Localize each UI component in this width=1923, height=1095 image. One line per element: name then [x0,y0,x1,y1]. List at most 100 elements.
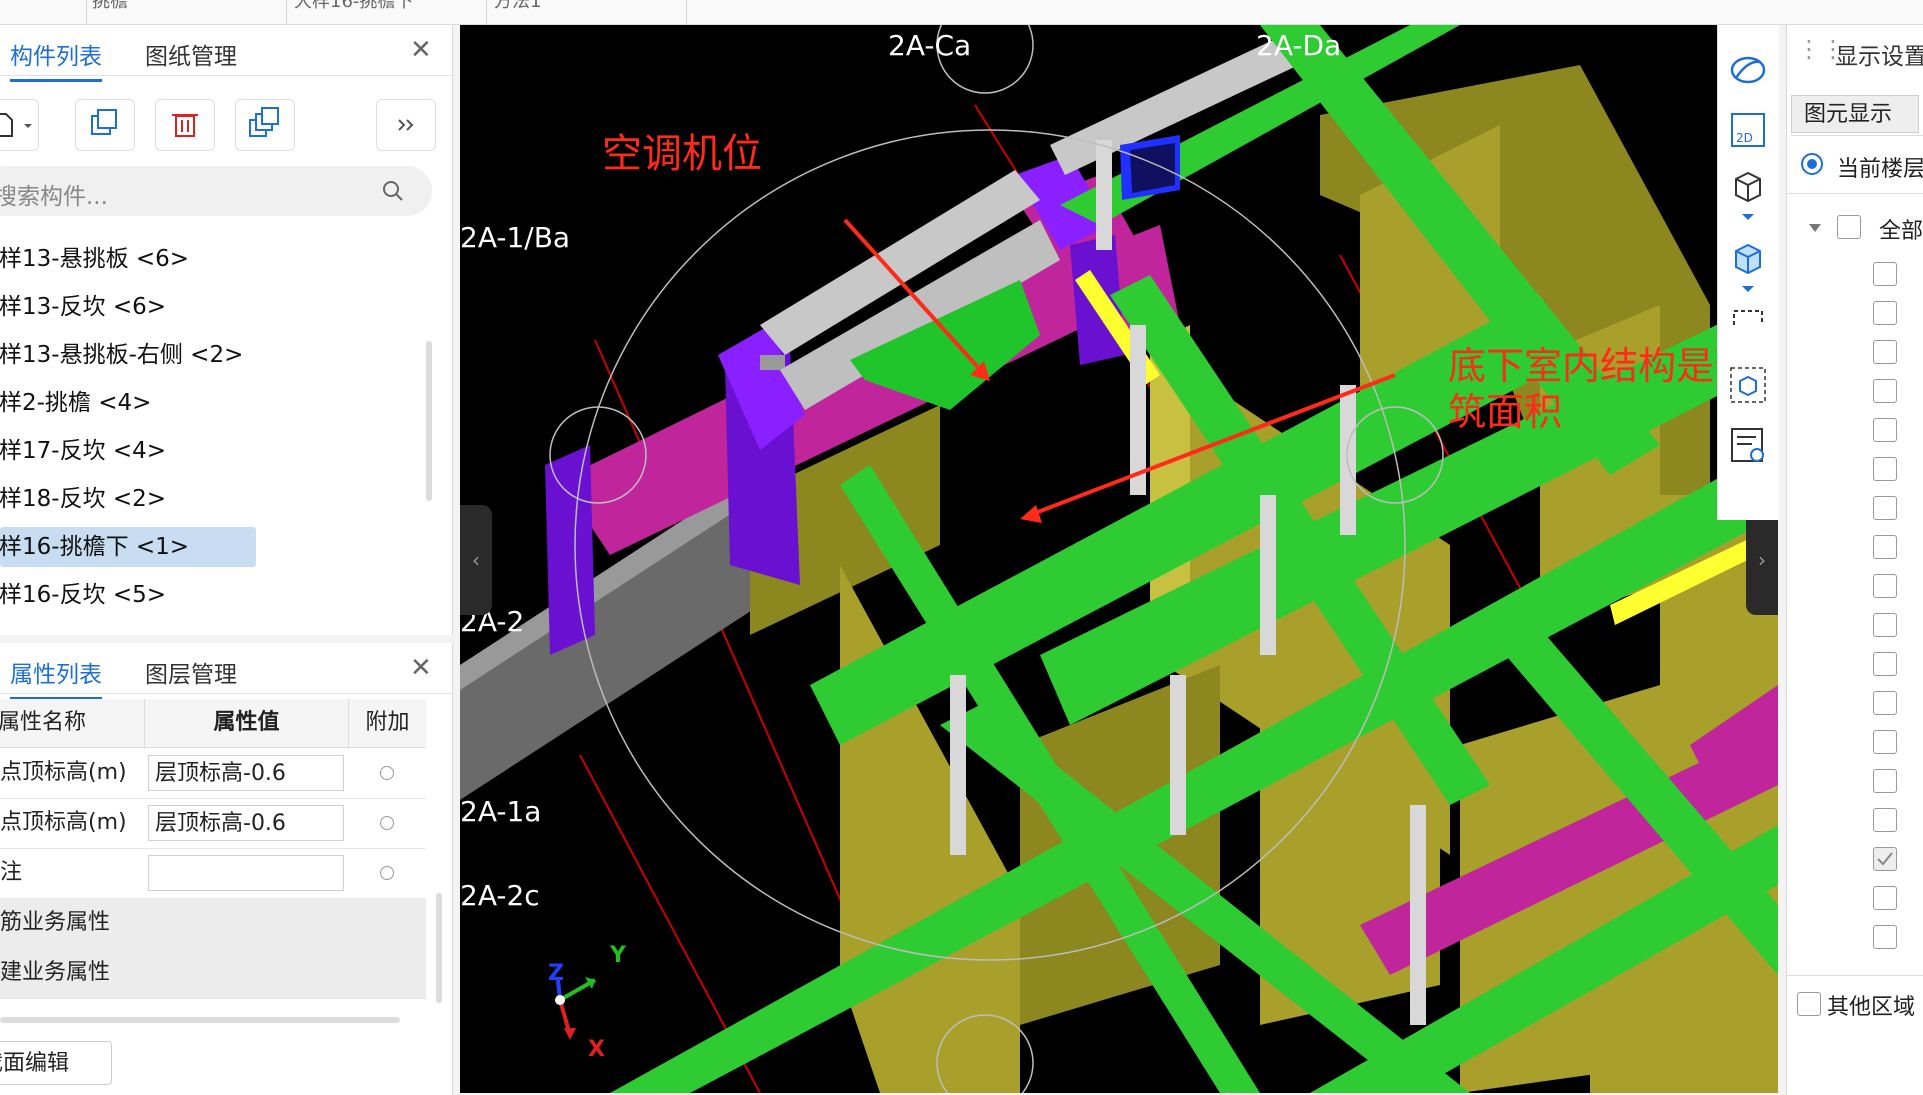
more-button[interactable] [376,99,436,151]
display-settings-panel: ⋮⋮ 显示设置 图元显示 当前楼层 全部 其他区域 [1786,25,1923,1095]
property-scrollbar[interactable] [436,893,442,1003]
other-area-checkbox[interactable] [1797,992,1821,1016]
section-edit-button[interactable]: 截面编辑 [0,1041,112,1085]
layer-checkbox[interactable] [1873,808,1897,832]
view-toolstrip: 2D [1717,25,1779,520]
select-all-label: 全部 [1879,219,1923,244]
property-row: 备注 [0,848,426,899]
layer-checkbox[interactable] [1873,574,1897,598]
top-tab-3[interactable]: 方法1 [486,0,687,24]
layer-checkbox[interactable] [1873,379,1897,403]
layer-checkbox[interactable] [1873,652,1897,676]
axis-y-label: Y [610,943,626,968]
component-view-icon[interactable] [1728,365,1768,405]
layer-checkbox[interactable] [1873,418,1897,442]
layer-checkbox[interactable] [1873,496,1897,520]
new-component-button[interactable] [0,99,39,151]
search-icon[interactable] [380,178,406,204]
trash-icon [172,114,198,137]
chevron-down-icon[interactable] [1728,210,1768,226]
attach-radio[interactable] [380,766,394,780]
new-file-icon [0,113,32,137]
list-item[interactable]: 大样16-反坎 <5> [0,575,256,615]
chevron-down-icon[interactable] [1728,282,1768,298]
layers-copy-icon [249,107,279,137]
component-panel-tabs: 构件列表 图纸管理 ✕ [0,25,452,82]
collapse-left-handle[interactable]: ‹ [460,505,492,615]
top-tab-1[interactable]: 挑檐 [86,0,287,24]
panel-title: 显示设置 [1835,44,1923,70]
layer-checkbox[interactable] [1873,457,1897,481]
list-item[interactable]: 大样18-反坎 <2> [0,479,256,519]
attach-radio[interactable] [380,866,394,880]
axis-x-label: X [588,1037,605,1062]
tab-element-display[interactable]: 图元显示 [1791,95,1919,133]
top-tab-2[interactable]: 大样16-挑檐下 [286,0,487,24]
duplicate-layer-button[interactable] [235,99,295,151]
property-row: 起点顶标高(m) 层顶标高-0.6 [0,748,426,799]
list-item[interactable]: 大样13-反坎 <6> [0,287,256,327]
property-value-input[interactable]: 层顶标高-0.6 [148,755,344,791]
layer-checkbox[interactable] [1873,886,1897,910]
layer-checkbox[interactable] [1873,769,1897,793]
top-tab-0[interactable] [0,0,87,24]
property-group-rebar[interactable]: 钢筋业务属性 [0,898,426,949]
attach-radio[interactable] [380,816,394,830]
delete-button[interactable] [155,99,215,151]
property-panel: 属性列表 图层管理 ✕ 属性名称 属性值 附加 起点顶标高(m) 层顶标高-0.… [0,643,453,1095]
cube-view-icon[interactable] [1728,165,1768,205]
top-tab-strip: 挑檐 大样16-挑檐下 方法1 [0,0,1923,25]
list-item[interactable]: 大样13-悬挑板 <6> [0,239,256,279]
close-icon[interactable]: ✕ [410,653,432,683]
property-h-scrollbar[interactable] [0,1017,400,1023]
component-list-scrollbar[interactable] [426,341,432,501]
view-2d-icon[interactable]: 2D [1728,110,1768,150]
other-area-label: 其他区域 [1827,995,1916,1020]
3d-viewport[interactable]: 2A-Ca 2A-Da 2A-1/Ba 2A-2c 2A-1a 2A-2 空调机… [460,25,1778,1093]
tab-drawing-management[interactable]: 图纸管理 [145,37,237,71]
orbit-icon[interactable] [1728,50,1768,90]
tree-expand-icon[interactable] [1807,220,1823,236]
component-list-panel: 构件列表 图纸管理 ✕ 搜索构件... 大样13-悬挑板 <6> 大样13-反坎… [0,25,453,635]
current-floor-label: 当前楼层 [1837,157,1923,182]
list-item[interactable]: 大样13-悬挑板-右侧 <2> [0,335,256,375]
layer-checkbox[interactable] [1873,301,1897,325]
layer-checkbox[interactable] [1873,730,1897,754]
property-row: 终点顶标高(m) 层顶标高-0.6 [0,798,426,849]
search-input[interactable]: 搜索构件... [0,177,108,211]
property-panel-tabs: 属性列表 图层管理 ✕ [0,643,452,700]
select-all-checkbox[interactable] [1837,215,1861,239]
property-value-input[interactable] [148,855,344,891]
double-chevron-right-icon [398,119,414,131]
annotation-question-line2: 筑面积 [1448,390,1563,434]
layer-checkbox[interactable] [1873,691,1897,715]
copy-button[interactable] [75,99,135,151]
layer-checkbox[interactable] [1873,340,1897,364]
close-icon[interactable]: ✕ [410,35,432,65]
tab-component-list[interactable]: 构件列表 [10,37,102,82]
selection-box-icon[interactable] [1728,307,1768,327]
component-list: 大样13-悬挑板 <6> 大样13-反坎 <6> 大样13-悬挑板-右侧 <2>… [0,239,440,639]
display-list-icon[interactable] [1728,425,1768,465]
layer-checkbox-checked[interactable] [1873,847,1897,871]
tab-property-list[interactable]: 属性列表 [10,655,102,700]
check-icon [1877,852,1893,866]
layer-checkbox[interactable] [1873,262,1897,286]
property-value-input[interactable]: 层顶标高-0.6 [148,805,344,841]
property-group-civil[interactable]: 土建业务属性 [0,948,426,999]
layer-checkbox[interactable] [1873,535,1897,559]
axis-z-label: Z [548,961,564,986]
solid-cube-icon[interactable] [1728,237,1768,277]
component-search[interactable]: 搜索构件... [0,166,432,216]
list-item[interactable]: 大样2-挑檐 <4> [0,383,256,423]
annotation-arrows [843,218,1396,523]
tab-layer-management[interactable]: 图层管理 [145,655,237,689]
list-item-selected[interactable]: 大样16-挑檐下 <1> [0,527,256,567]
copy-icon [91,109,117,135]
layer-checkbox[interactable] [1873,925,1897,949]
layer-checkbox[interactable] [1873,613,1897,637]
list-item[interactable]: 大样17-反坎 <4> [0,431,256,471]
property-table-header: 属性名称 属性值 附加 [0,699,426,749]
current-floor-radio[interactable] [1801,153,1823,175]
collapse-right-handle[interactable]: › [1746,505,1778,615]
